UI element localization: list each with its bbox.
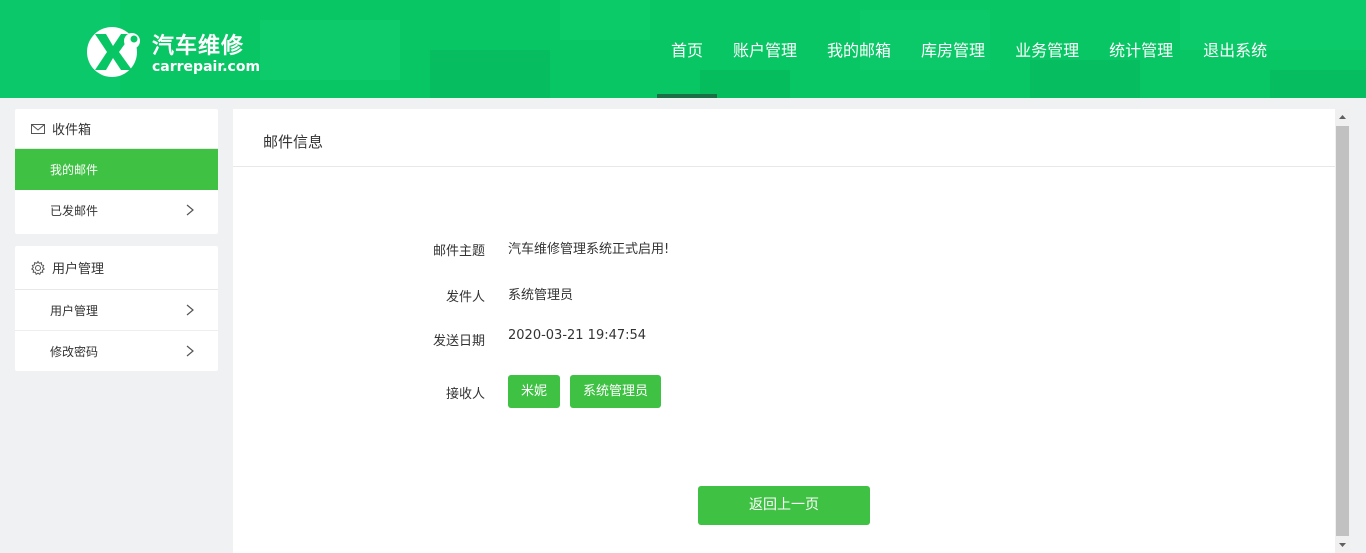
scroll-up-arrow-icon[interactable] xyxy=(1335,109,1350,125)
chevron-right-icon xyxy=(186,345,194,357)
nav-account-management[interactable]: 账户管理 xyxy=(718,0,812,98)
nav-my-mailbox[interactable]: 我的邮箱 xyxy=(812,0,906,98)
sidebar-item-user-management[interactable]: 用户管理 xyxy=(15,290,218,331)
mail-detail-panel: 邮件信息 邮件主题 汽车维修管理系统正式启用! 发件人 系统管理员 发送日期 2… xyxy=(233,109,1335,553)
mail-sender-label: 发件人 xyxy=(445,290,485,305)
gear-icon xyxy=(31,260,45,275)
recipient-tag[interactable]: 米妮 xyxy=(508,375,561,408)
page-scrollbar[interactable] xyxy=(1335,109,1350,553)
nav-business-management[interactable]: 业务管理 xyxy=(1000,0,1094,98)
sidebar-users-header: 用户管理 xyxy=(15,246,218,290)
page-title: 邮件信息 xyxy=(233,109,1335,167)
sidebar-item-label: 我的邮件 xyxy=(50,163,99,177)
mail-date-value: 2020-03-21 19:47:54 xyxy=(508,328,647,343)
mail-sender-value: 系统管理员 xyxy=(508,288,574,303)
chevron-right-icon xyxy=(186,304,194,316)
logo-wrench-icon xyxy=(87,27,140,77)
brand-domain: carrepair.com xyxy=(152,59,261,75)
main-nav: 首页 账户管理 我的邮箱 库房管理 业务管理 统计管理 退出系统 xyxy=(656,0,1282,98)
scroll-down-arrow-icon[interactable] xyxy=(1335,537,1350,553)
sidebar-inbox-panel: 收件箱 我的邮件 已发邮件 xyxy=(15,109,218,234)
nav-statistics-management[interactable]: 统计管理 xyxy=(1094,0,1188,98)
chevron-right-icon xyxy=(186,204,194,216)
nav-home[interactable]: 首页 xyxy=(656,0,718,98)
mail-date-label: 发送日期 xyxy=(432,334,485,349)
scroll-thumb[interactable] xyxy=(1336,126,1349,536)
sidebar-item-change-password[interactable]: 修改密码 xyxy=(15,331,218,372)
sidebar-users-title: 用户管理 xyxy=(52,262,105,277)
mail-subject-label: 邮件主题 xyxy=(432,244,485,259)
brand-title: 汽车维修 xyxy=(152,34,245,59)
nav-logout[interactable]: 退出系统 xyxy=(1188,0,1282,98)
sidebar-item-sent-mail[interactable]: 已发邮件 xyxy=(15,190,218,231)
sidebar-item-label: 修改密码 xyxy=(50,345,99,359)
sidebar-inbox-header: 收件箱 xyxy=(15,109,218,149)
back-button[interactable]: 返回上一页 xyxy=(698,486,870,525)
sidebar-inbox-title: 收件箱 xyxy=(52,123,92,138)
brand-logo[interactable]: 汽车维修 carrepair.com xyxy=(86,24,260,80)
sidebar-item-my-mail[interactable]: 我的邮件 xyxy=(15,149,218,190)
recipient-tag[interactable]: 系统管理员 xyxy=(570,375,662,408)
nav-warehouse-management[interactable]: 库房管理 xyxy=(906,0,1000,98)
sidebar-users-panel: 用户管理 用户管理 修改密码 xyxy=(15,246,218,371)
mail-subject-value: 汽车维修管理系统正式启用! xyxy=(508,242,670,257)
recipient-tags: 米妮 系统管理员 xyxy=(508,375,671,408)
top-header: 汽车维修 carrepair.com 首页 账户管理 我的邮箱 库房管理 业务管… xyxy=(0,0,1366,98)
mail-icon xyxy=(31,123,45,134)
sidebar-item-label: 已发邮件 xyxy=(50,204,99,218)
sidebar-item-label: 用户管理 xyxy=(50,303,99,318)
mail-recipients-label: 接收人 xyxy=(445,387,485,402)
